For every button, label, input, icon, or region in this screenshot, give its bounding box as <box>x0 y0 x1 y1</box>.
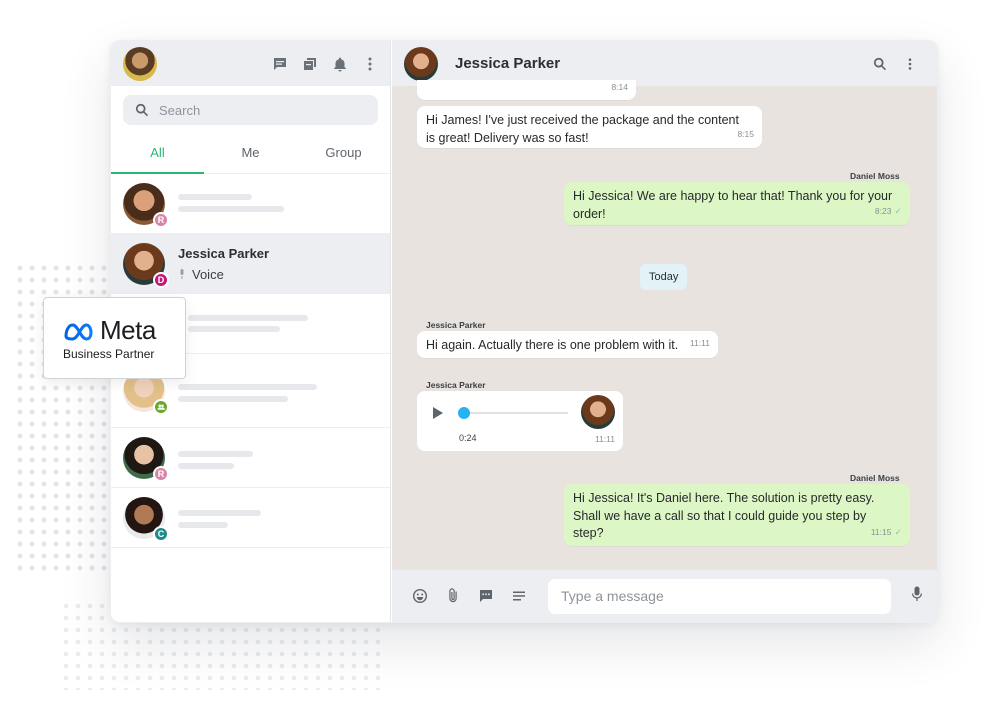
status-badge: R <box>153 211 169 228</box>
message-text: Hi Jessica! It's Daniel here. The soluti… <box>573 491 875 540</box>
contact-avatar: R <box>123 436 169 482</box>
message-bubble-outgoing: Hi Jessica! We are happy to hear that! T… <box>564 182 910 225</box>
voice-progress-handle[interactable] <box>458 407 470 419</box>
message-time: 8:15 <box>737 128 754 139</box>
header-actions <box>272 56 378 72</box>
search-input[interactable] <box>159 102 339 118</box>
message-text: Hi again. Actually there is one problem … <box>426 338 679 352</box>
meta-infinity-icon <box>64 322 93 341</box>
chat-list-item[interactable]: R <box>111 174 390 234</box>
message-status: 11:15 ✓ <box>871 524 902 542</box>
date-divider: Today <box>640 264 688 290</box>
bell-icon[interactable] <box>332 56 348 72</box>
message-text: Hi James! I've just received the package… <box>426 113 739 145</box>
chat-list-header <box>111 41 390 86</box>
placeholder-line <box>178 522 228 528</box>
status-badge: D <box>153 271 169 288</box>
search-icon <box>135 103 149 117</box>
templates-icon[interactable] <box>478 588 494 604</box>
message-bubble-outgoing: Hi Jessica! It's Daniel here. The soluti… <box>564 484 910 546</box>
microphone-icon <box>180 269 184 279</box>
message-time: 8:23 <box>874 205 892 216</box>
voice-message: 0:24 11:11 <box>417 391 623 451</box>
message-time: 11:11 <box>594 434 615 444</box>
message-status: 8:23 ✓ <box>875 203 902 221</box>
placeholder-line <box>178 463 234 469</box>
message-bubble-incoming: Hi James! I've just received the package… <box>417 106 762 148</box>
message-sender: Jessica Parker <box>426 380 486 390</box>
placeholder-line <box>188 326 280 332</box>
message-composer <box>392 570 937 622</box>
chat-item-preview: Voice <box>178 267 269 282</box>
contact-avatar: C <box>123 496 169 542</box>
play-icon[interactable] <box>433 407 443 419</box>
status-badge: C <box>153 525 169 542</box>
stage: All Me Group R D Jessica Parker <box>0 0 1000 709</box>
archive-icon[interactable] <box>302 56 318 72</box>
group-icon <box>157 404 165 410</box>
placeholder-line <box>178 384 317 390</box>
placeholder-line <box>188 315 308 321</box>
tab-group[interactable]: Group <box>297 137 390 173</box>
voice-progress-track[interactable] <box>464 412 568 414</box>
placeholder-line <box>178 194 252 200</box>
text-format-icon[interactable] <box>511 588 527 604</box>
message-sender: Daniel Moss <box>850 171 900 181</box>
message-sender: Jessica Parker <box>426 320 486 330</box>
chat-icon[interactable] <box>272 56 288 72</box>
contact-name: Jessica Parker <box>455 55 561 72</box>
contact-avatar[interactable] <box>404 46 438 81</box>
chat-list-item-jessica-parker[interactable]: D Jessica Parker Voice <box>111 234 390 294</box>
conversation-panel: Jessica Parker 8:14 Hi James! I've just … <box>392 41 937 622</box>
contact-avatar: D <box>123 242 169 288</box>
chat-list-item[interactable]: R <box>111 428 390 488</box>
message-bubble-incoming: Hi again. Actually there is one problem … <box>417 331 718 358</box>
chat-list-item[interactable]: C <box>111 488 390 548</box>
chat-item-text: Jessica Parker Voice <box>178 246 269 282</box>
preview-text: Voice <box>192 266 224 282</box>
microphone-icon[interactable] <box>910 586 924 607</box>
chat-item-name: Jessica Parker <box>178 245 270 261</box>
sender-avatar <box>581 395 615 429</box>
message-bubble-incoming: 8:14 <box>417 80 636 100</box>
meta-business-partner-badge: Meta Business Partner <box>43 297 186 379</box>
voice-duration: 0:24 <box>459 433 477 443</box>
read-check-icon: ✓ <box>894 526 902 537</box>
meta-logo: Meta <box>63 315 156 346</box>
search-icon[interactable] <box>873 57 887 71</box>
conversation-actions <box>873 57 925 71</box>
more-vert-icon[interactable] <box>903 57 917 71</box>
meta-badge-subtitle: Business Partner <box>63 347 155 361</box>
chat-app-window: All Me Group R D Jessica Parker <box>110 40 938 623</box>
placeholder-line <box>178 396 288 402</box>
meta-wordmark: Meta <box>100 315 156 345</box>
attachment-icon[interactable] <box>445 588 461 604</box>
more-vert-icon[interactable] <box>362 56 378 72</box>
message-time: 11:11 <box>689 337 710 348</box>
tab-me[interactable]: Me <box>204 137 297 173</box>
search-bar[interactable] <box>123 95 378 125</box>
message-list: 8:14 Hi James! I've just received the pa… <box>392 80 937 570</box>
message-text: Hi Jessica! We are happy to hear that! T… <box>573 189 893 221</box>
read-check-icon: ✓ <box>894 205 902 216</box>
message-input[interactable] <box>548 578 891 614</box>
group-badge <box>153 398 169 415</box>
tab-all[interactable]: All <box>111 137 204 174</box>
contact-avatar: R <box>123 182 169 228</box>
placeholder-line <box>178 451 253 457</box>
chat-filter-tabs: All Me Group <box>111 137 390 174</box>
message-time: 8:14 <box>611 81 628 92</box>
status-badge: R <box>153 465 169 482</box>
placeholder-line <box>178 206 284 212</box>
placeholder-line <box>178 510 261 516</box>
emoji-icon[interactable] <box>412 588 428 604</box>
user-avatar[interactable] <box>123 46 157 81</box>
message-sender: Daniel Moss <box>850 473 900 483</box>
message-time: 11:15 <box>870 526 892 537</box>
